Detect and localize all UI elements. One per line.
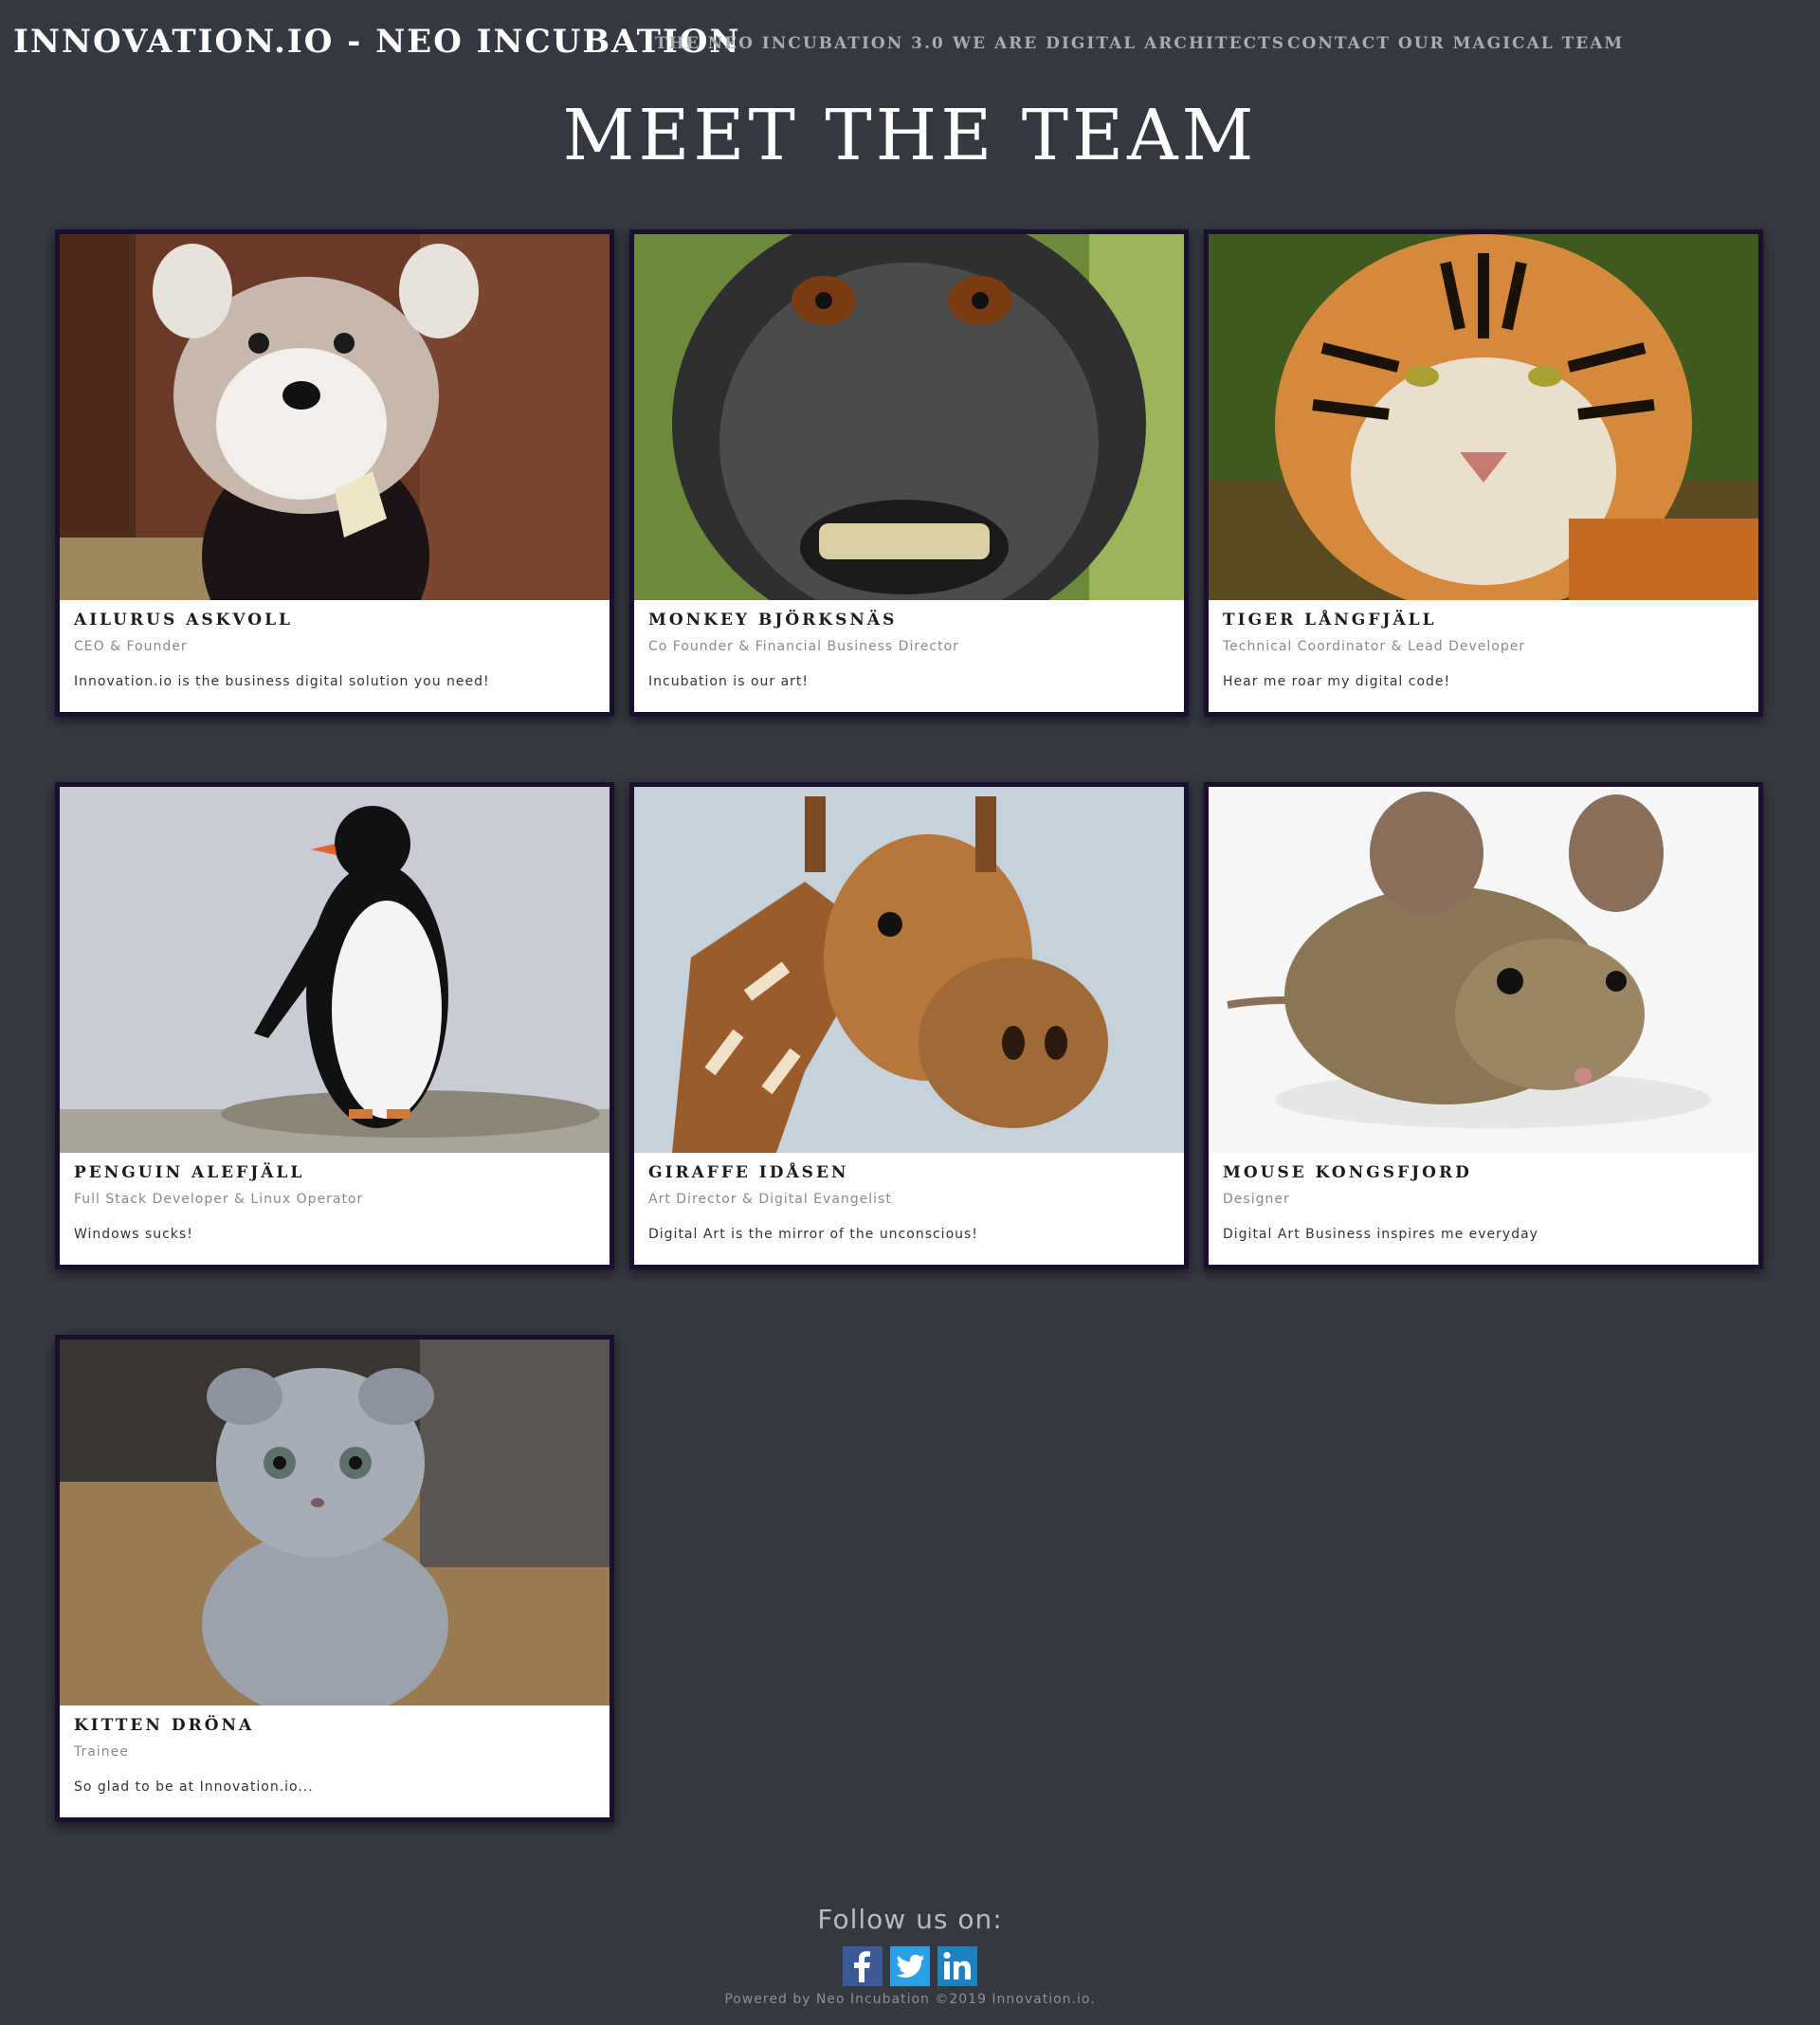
tiger-photo (1209, 234, 1758, 600)
member-quote: Incubation is our art! (648, 674, 810, 689)
kitten-photo (60, 1340, 610, 1706)
member-quote: Innovation.io is the business digital so… (74, 674, 490, 689)
team-card: AILURUS ASKVOLL CEO & Founder Innovation… (55, 229, 614, 717)
follow-us-label: Follow us on: (817, 1904, 1003, 1935)
member-role: Technical Coordinator & Lead Developer (1223, 639, 1526, 654)
twitter-icon[interactable] (890, 1946, 930, 1986)
member-role: Co Founder & Financial Business Director (648, 639, 959, 654)
member-quote: So glad to be at Innovation.io... (74, 1779, 314, 1795)
facebook-icon[interactable] (843, 1946, 883, 1986)
macaque-photo (634, 234, 1184, 600)
member-quote: Digital Art Business inspires me everyda… (1223, 1227, 1538, 1242)
nav-link-digital-architects[interactable]: WE ARE DIGITAL ARCHITECTS (953, 34, 1285, 53)
penguin-photo (60, 787, 610, 1153)
member-quote: Digital Art is the mirror of the unconsc… (648, 1227, 978, 1242)
team-card: PENGUIN ALEFJÄLL Full Stack Developer & … (55, 782, 614, 1269)
member-quote: Hear me roar my digital code! (1223, 674, 1451, 689)
linkedin-icon[interactable] (937, 1946, 977, 1986)
member-quote: Windows sucks! (74, 1227, 193, 1242)
team-card: MONKEY BJÖRKSNÄS Co Founder & Financial … (629, 229, 1189, 717)
member-role: CEO & Founder (74, 639, 188, 654)
member-role: Designer (1223, 1192, 1290, 1207)
team-card: KITTEN DRÖNA Trainee So glad to be at In… (55, 1335, 614, 1822)
member-name: PENGUIN ALEFJÄLL (74, 1163, 305, 1182)
nav-link-contact-team[interactable]: CONTACT OUR MAGICAL TEAM (1287, 34, 1624, 53)
member-role: Trainee (74, 1744, 129, 1760)
member-name: GIRAFFE IDÅSEN (648, 1163, 849, 1182)
team-card: GIRAFFE IDÅSEN Art Director & Digital Ev… (629, 782, 1189, 1269)
member-name: MONKEY BJÖRKSNÄS (648, 611, 898, 629)
member-name: TIGER LÅNGFJÄLL (1223, 611, 1437, 629)
member-name: KITTEN DRÖNA (74, 1716, 255, 1735)
member-role: Art Director & Digital Evangelist (648, 1192, 892, 1207)
page-title: MEET THE TEAM (562, 95, 1258, 176)
giraffe-photo (634, 787, 1184, 1153)
powered-by-text: Powered by Neo Incubation ©2019 Innovati… (724, 1992, 1096, 2007)
red-panda-photo (60, 234, 610, 600)
top-nav: INNOVATION.IO - NEO INCUBATION THE NEO I… (0, 0, 1820, 91)
team-card: MOUSE KONGSFJORD Designer Digital Art Bu… (1204, 782, 1763, 1269)
brand-logo-link[interactable]: INNOVATION.IO - NEO INCUBATION (13, 23, 741, 61)
member-name: AILURUS ASKVOLL (74, 611, 293, 629)
nav-link-neo-incubation[interactable]: THE NEO INCUBATION 3.0 (655, 34, 945, 53)
member-name: MOUSE KONGSFJORD (1223, 1163, 1472, 1182)
team-card: TIGER LÅNGFJÄLL Technical Coordinator & … (1204, 229, 1763, 717)
member-role: Full Stack Developer & Linux Operator (74, 1192, 364, 1207)
mouse-photo (1209, 787, 1758, 1153)
